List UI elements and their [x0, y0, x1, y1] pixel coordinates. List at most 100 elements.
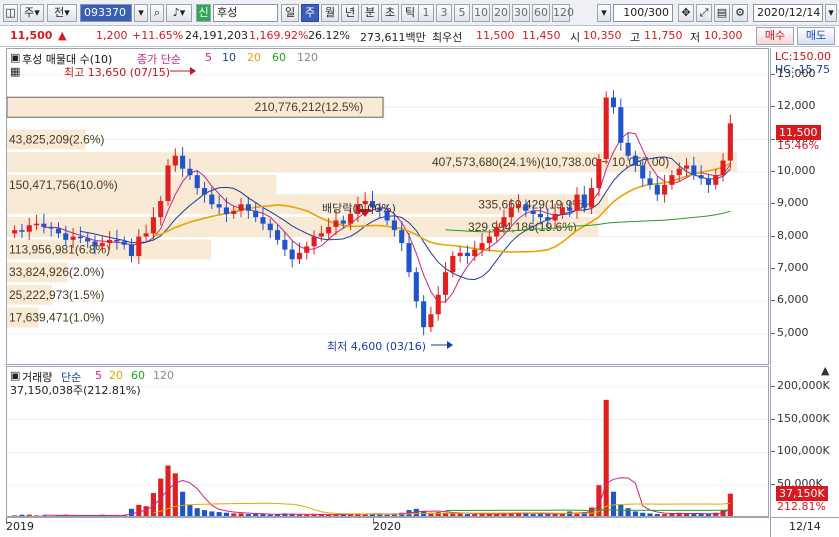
candle-body-30 [231, 210, 237, 214]
volume-bar-84 [625, 508, 631, 516]
search-icon[interactable]: ⌕ [150, 4, 164, 22]
period-button-1[interactable]: 주 [301, 4, 319, 22]
interval-button-60[interactable]: 60 [532, 4, 550, 22]
period-button-0[interactable]: 일 [281, 4, 299, 22]
price-tick-mark-1 [771, 106, 775, 108]
interval-button-1[interactable]: 1 [418, 4, 434, 22]
turnover: 26.12% [308, 29, 350, 42]
speaker-icon[interactable]: ♪▾ [166, 4, 192, 22]
volume-tick-mark-3 [771, 484, 775, 486]
period-button-4[interactable]: 분 [361, 4, 379, 22]
candle-body-83 [618, 107, 624, 143]
date-label-2020: 2020 [373, 520, 401, 533]
current-percent-tag: 15.46% [777, 139, 819, 152]
period-button-2[interactable]: 월 [321, 4, 339, 22]
candle-body-6 [55, 228, 62, 234]
max-price-label: 최고 13,650 (07/15) [64, 66, 171, 79]
candle-body-10 [85, 238, 91, 242]
count-field[interactable]: 100/300 [613, 4, 673, 22]
candle-body-13 [107, 239, 113, 244]
dividend-label: 배당락(0.00%) [322, 202, 396, 215]
trade-amount: 273,611백만 [360, 31, 426, 44]
stock-name-field[interactable]: 후성 [213, 4, 278, 22]
price-tick-mark-4 [771, 203, 775, 205]
candle-body-70 [523, 204, 529, 211]
price-tick-0: 13,000 [777, 66, 816, 80]
volume-chart-panel[interactable]: ▣ 거래량 단순 37,150,038주(212.81%) 5 20 60 120 [6, 366, 769, 517]
save-icon[interactable]: ▤ [714, 4, 730, 22]
date-tick-2020 [373, 518, 374, 524]
candle-body-7 [63, 233, 69, 240]
price-ma-10: 10 [222, 51, 236, 64]
volume-ma-line-60 [445, 509, 731, 512]
candle-body-53 [399, 230, 405, 244]
panel-menu-icon[interactable]: ▣ [10, 51, 20, 64]
interval-button-5[interactable]: 5 [454, 4, 470, 22]
prev-label: 전 [54, 6, 65, 19]
best-ask-label: 최우선 [432, 31, 463, 44]
candle-body-98 [727, 123, 733, 161]
best-bid: 11,450 [522, 29, 561, 42]
candle-body-16 [128, 244, 135, 257]
high-value: 11,750 [644, 29, 683, 42]
candle-body-96 [713, 175, 719, 185]
price-ma-20: 20 [247, 51, 261, 64]
candle-body-74 [552, 213, 558, 221]
zoom-icon[interactable]: ⤢ [696, 4, 712, 22]
stock-code-input[interactable]: 093370 [80, 4, 132, 22]
price-chart-panel[interactable]: 210,776,212(12.5%) 43,825,209(2.6%) 407,57… [6, 48, 769, 365]
sell-button[interactable]: 매도 [797, 27, 835, 45]
market-select[interactable]: 주▾ [20, 4, 44, 22]
date-picker-icon[interactable]: ▾ [825, 4, 837, 22]
candle-body-18 [143, 233, 149, 237]
interval-dropdown-icon[interactable]: ▾ [597, 4, 611, 22]
period-button-5[interactable]: 초 [381, 4, 399, 22]
chart-menu-icon[interactable]: ◫ [3, 4, 18, 22]
scroll-up-icon[interactable]: ▲ [821, 364, 829, 377]
interval-button-20[interactable]: 20 [492, 4, 510, 22]
date-label-2019: 2019 [6, 520, 34, 533]
volume-ratio: 1,169.92% [249, 29, 309, 42]
interval-button-3[interactable]: 3 [436, 4, 452, 22]
candle-body-45 [340, 220, 346, 224]
interval-button-30[interactable]: 30 [512, 4, 530, 22]
candle-body-17 [136, 236, 142, 257]
candle-body-40 [304, 246, 310, 253]
interval-button-120[interactable]: 120 [552, 4, 574, 22]
price-tick-8: 5,000 [777, 325, 809, 339]
up-arrow-icon: ▲ [58, 29, 67, 42]
min-arrow-head [447, 341, 453, 349]
market-label: 주 [24, 6, 35, 19]
candle-body-85 [632, 155, 638, 166]
date-field[interactable]: 2020/12/14 [753, 4, 823, 22]
candle-body-94 [698, 175, 704, 179]
candle-body-44 [333, 220, 339, 227]
volume-menu-icon[interactable]: ▣ [10, 369, 20, 382]
candle-body-91 [676, 168, 682, 176]
settings-gear-icon[interactable]: ⚙ [732, 4, 748, 22]
candle-body-97 [720, 160, 726, 176]
price-axis: LC:150.00 HC:-15.75 13,00012,00011,00010… [770, 48, 839, 365]
grid-icon[interactable]: ▦ [10, 65, 20, 78]
volume-bar-26 [201, 510, 208, 516]
candle-body-75 [559, 207, 565, 214]
volume-bar-79 [589, 507, 595, 516]
crosshair-icon[interactable]: ✥ [678, 4, 694, 22]
price-ma-5: 5 [205, 51, 212, 64]
candle-body-55 [413, 272, 419, 302]
candle-body-78 [581, 194, 587, 208]
high-label: 고 [630, 31, 641, 44]
candle-body-63 [472, 249, 478, 257]
period-button-3[interactable]: 년 [341, 4, 359, 22]
candle-body-67 [501, 217, 507, 227]
prev-select[interactable]: 전▾ [47, 4, 77, 22]
buy-button[interactable]: 매수 [756, 27, 794, 45]
period-button-6[interactable]: 틱 [401, 4, 419, 22]
code-dropdown-icon[interactable]: ▾ [134, 4, 148, 22]
interval-button-10[interactable]: 10 [472, 4, 490, 22]
candle-body-23 [180, 155, 186, 169]
candle-body-20 [158, 201, 164, 218]
low-value: 10,300 [704, 29, 743, 42]
price-tick-6: 7,000 [777, 260, 809, 274]
candle-body-87 [647, 178, 653, 185]
